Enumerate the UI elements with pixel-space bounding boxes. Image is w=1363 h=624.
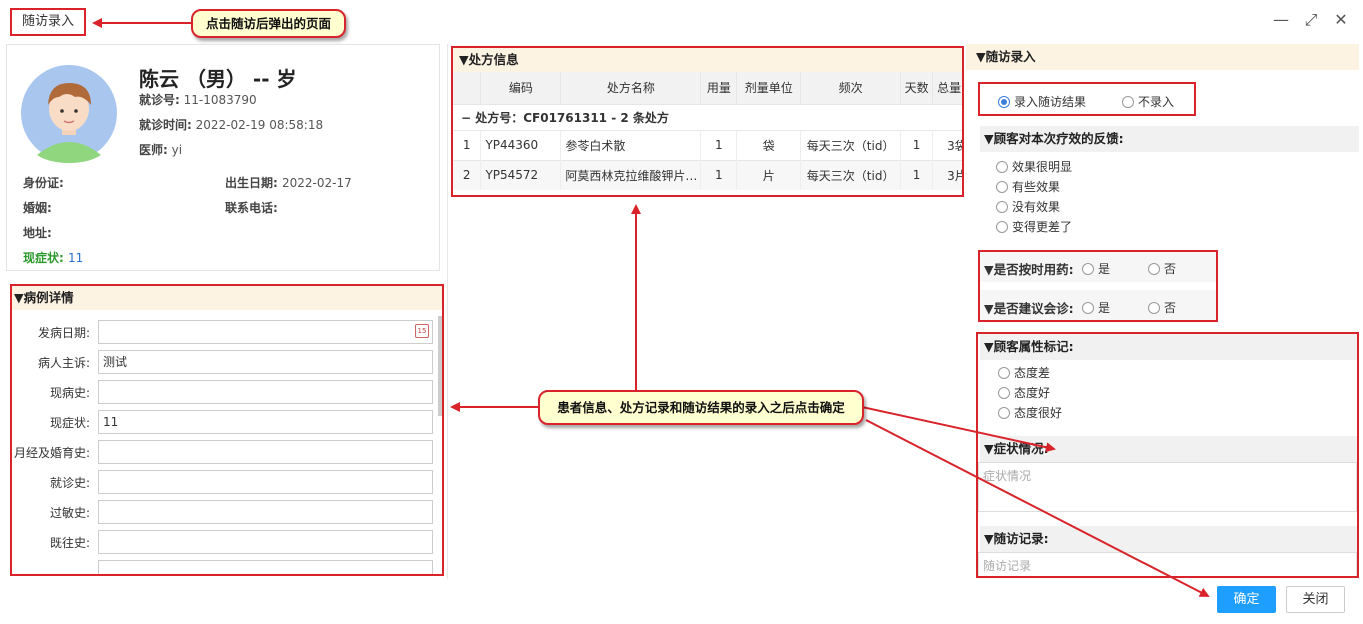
radio-icon (1082, 262, 1094, 275)
patient-info-panel: 陈云 （男） -- 岁 就诊号: 11-1083790 就诊时间: 2022-0… (6, 44, 440, 271)
case-detail-panel: ▼病例详情 发病日期: 15 病人主诉: 测试 现病史: 现症状: 11 月经及… (10, 284, 444, 576)
table-header: 编码 处方名称 用量 剂量单位 频次 天数 总量 (453, 72, 962, 104)
radio-icon (1148, 301, 1160, 314)
radio-icon (1122, 95, 1134, 108)
avatar (19, 59, 119, 167)
radio-feedback-3[interactable]: 没有效果 (996, 198, 1060, 215)
radio-icon (996, 180, 1008, 193)
onset-date-input[interactable] (98, 320, 433, 344)
past-history-input[interactable] (98, 530, 433, 554)
table-row[interactable]: 1 YP44360 参苓白术散 1 袋 每天三次（tid） 1 3袋 (453, 129, 962, 160)
patient-name: 陈云 （男） -- 岁 (139, 67, 297, 91)
attr-title: ▼顾客属性标记: (980, 334, 1357, 360)
radio-icon (996, 160, 1008, 173)
consult-label: ▼是否建议会诊: (984, 301, 1074, 316)
minimize-icon[interactable]: — (1273, 12, 1289, 28)
current-symptom: 现症状: 11 (23, 251, 84, 265)
symptom-title: ▼症状情况: (980, 436, 1357, 462)
followup-record-textarea[interactable]: 随访记录 (978, 552, 1357, 576)
record-choice-group: 录入随访结果 不录入 (978, 82, 1196, 116)
close-icon[interactable]: ✕ (1333, 12, 1349, 28)
calendar-icon[interactable]: 15 (415, 324, 429, 338)
col-dosage: 用量 (700, 72, 738, 104)
visit-history-input[interactable] (98, 470, 433, 494)
radio-icon (996, 200, 1008, 213)
medication-consult-group: ▼是否按时用药: 是 否 ▼是否建议会诊: 是 否 (978, 250, 1218, 322)
close-button[interactable]: 关闭 (1286, 586, 1345, 613)
radio-consult-yes[interactable]: 是 (1082, 299, 1110, 316)
case-detail-title: ▼病例详情 (12, 286, 442, 310)
window-title: 随访录入 (10, 8, 86, 36)
field-present-history: 现病史: (12, 380, 442, 404)
more-input[interactable] (98, 560, 433, 574)
present-history-input[interactable] (98, 380, 433, 404)
visit-number: 就诊号: 11-1083790 (139, 93, 257, 107)
field-more (12, 560, 442, 574)
field-past-history: 既往史: (12, 530, 442, 554)
confirm-button[interactable]: 确定 (1217, 586, 1276, 613)
prescription-panel: ▼处方信息 编码 处方名称 用量 剂量单位 频次 天数 总量 − 处方号：CF0… (451, 46, 964, 197)
radio-icon (998, 406, 1010, 419)
id-card: 身份证: (23, 176, 64, 190)
maximize-icon[interactable]: ⤢ (1303, 12, 1319, 28)
chief-complaint-input[interactable]: 测试 (98, 350, 433, 374)
radio-on-time-no[interactable]: 否 (1148, 260, 1176, 277)
field-allergy-history: 过敏史: (12, 500, 442, 524)
radio-checked-icon (998, 95, 1010, 108)
followup-title: ▼随访录入 (966, 44, 1359, 70)
radio-record-result[interactable]: 录入随访结果 (998, 93, 1086, 110)
menstrual-history-input[interactable] (98, 440, 433, 464)
col-total: 总量 (932, 72, 962, 104)
current-symptom-input[interactable]: 11 (98, 410, 433, 434)
col-frequency: 频次 (800, 72, 902, 104)
col-unit: 剂量单位 (736, 72, 802, 104)
radio-attr-3[interactable]: 态度很好 (998, 404, 1062, 421)
prescription-group[interactable]: − 处方号：CF01761311 - 2 条处方 (453, 103, 962, 130)
col-days: 天数 (900, 72, 934, 104)
customer-attributes-group: ▼顾客属性标记: 态度差 态度好 态度很好 ▼症状情况: 症状情况 ▼随访记录:… (976, 332, 1359, 578)
col-code: 编码 (480, 72, 562, 104)
marriage: 婚姻: (23, 201, 52, 215)
radio-attr-2[interactable]: 态度好 (998, 384, 1050, 401)
radio-icon (1082, 301, 1094, 314)
prescription-table: 编码 处方名称 用量 剂量单位 频次 天数 总量 − 处方号：CF0176131… (453, 72, 962, 190)
visit-time: 就诊时间: 2022-02-19 08:58:18 (139, 118, 324, 132)
radio-icon (1148, 262, 1160, 275)
phone: 联系电话: (225, 201, 278, 215)
symptom-textarea[interactable]: 症状情况 (978, 462, 1357, 512)
radio-icon (998, 366, 1010, 379)
window-controls: — ⤢ ✕ (1273, 12, 1349, 28)
field-chief-complaint: 病人主诉: 测试 (12, 350, 442, 374)
allergy-history-input[interactable] (98, 500, 433, 524)
doctor: 医师: yi (139, 143, 183, 157)
table-row[interactable]: 2 YP54572 阿莫西林克拉维酸钾片… 1 片 每天三次（tid） 1 3片 (453, 159, 962, 190)
radio-feedback-4[interactable]: 变得更差了 (996, 218, 1072, 235)
radio-attr-1[interactable]: 态度差 (998, 364, 1050, 381)
field-current-symptom: 现症状: 11 (12, 410, 442, 434)
radio-on-time-yes[interactable]: 是 (1082, 260, 1110, 277)
prescription-title: ▼处方信息 (453, 48, 962, 72)
birth-date: 出生日期: 2022-02-17 (225, 176, 352, 190)
panel-divider (447, 44, 448, 579)
address: 地址: (23, 226, 52, 240)
field-onset-date: 发病日期: 15 (12, 320, 442, 344)
on-time-label: ▼是否按时用药: (984, 262, 1074, 277)
radio-feedback-1[interactable]: 效果很明显 (996, 158, 1072, 175)
field-menstrual-history: 月经及婚育史: (12, 440, 442, 464)
field-visit-history: 就诊史: (12, 470, 442, 494)
followup-record-title: ▼随访记录: (980, 526, 1357, 552)
radio-icon (998, 386, 1010, 399)
radio-consult-no[interactable]: 否 (1148, 299, 1176, 316)
col-name: 处方名称 (560, 72, 702, 104)
radio-icon (996, 220, 1008, 233)
followup-panel: ▼随访录入 录入随访结果 不录入 ▼顾客对本次疗效的反馈: 效果很明显 有些效果… (966, 44, 1359, 579)
annotation-confirm-note: 患者信息、处方记录和随访结果的录入之后点击确定 (538, 390, 864, 425)
radio-no-record[interactable]: 不录入 (1122, 93, 1174, 110)
radio-feedback-2[interactable]: 有些效果 (996, 178, 1060, 195)
feedback-title: ▼顾客对本次疗效的反馈: (980, 126, 1359, 152)
annotation-popup-note: 点击随访后弹出的页面 (191, 9, 346, 38)
